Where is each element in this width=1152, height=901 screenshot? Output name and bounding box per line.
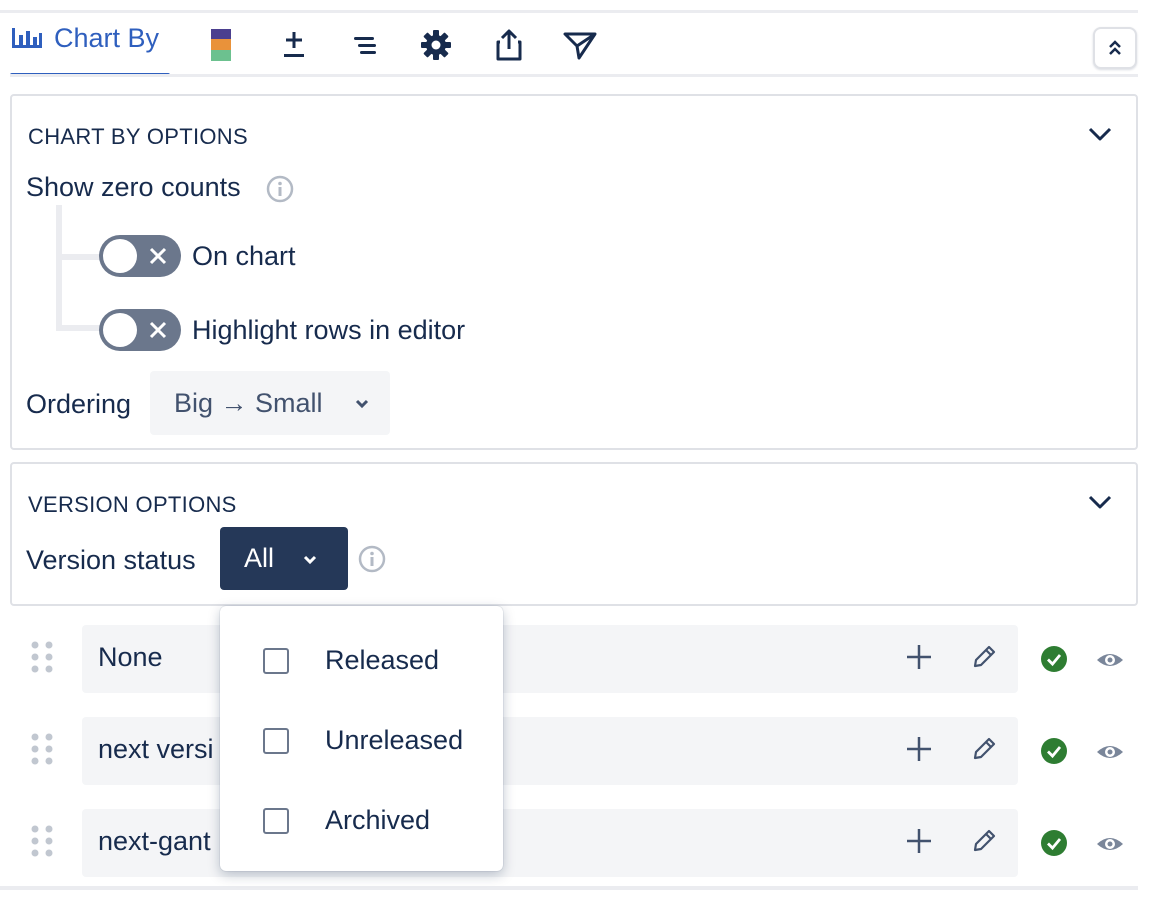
tree-branch [56,325,102,331]
on-chart-label: On chart [192,241,296,271]
send-icon[interactable] [563,28,597,62]
close-icon [149,247,167,265]
chevron-down-icon[interactable] [1086,488,1114,516]
gear-icon[interactable] [419,28,453,62]
chevron-down-icon [303,555,317,565]
plus-icon[interactable] [904,826,934,856]
chevron-down-icon[interactable] [1086,120,1114,148]
top-divider [0,10,1138,13]
menu-item-released[interactable]: Released [220,631,503,691]
version-status-menu: Released Unreleased Archived [220,606,503,871]
sort-lines-icon[interactable] [348,28,382,62]
info-icon[interactable] [358,545,386,573]
close-icon [149,321,167,339]
on-chart-toggle[interactable] [99,235,181,277]
list-item: next-gant [0,809,1152,877]
pencil-icon[interactable] [970,643,998,671]
version-status-value: All [244,543,275,573]
unreleased-checkbox[interactable] [263,728,289,754]
version-status-label: Version status [26,545,196,575]
menu-item-archived[interactable]: Archived [220,791,503,851]
color-scheme-icon[interactable] [204,28,238,62]
collapse-button[interactable] [1093,27,1137,69]
row-name: next-gant [98,826,211,856]
check-circle-icon[interactable] [1040,645,1068,673]
drag-handle-icon[interactable] [28,731,56,767]
eye-icon[interactable] [1095,829,1125,859]
panel-title: CHART BY OPTIONS [28,124,248,149]
ordering-select[interactable]: Big → Small [150,371,390,435]
drag-handle-icon[interactable] [28,823,56,859]
tree-line [56,205,62,331]
plus-minus-icon[interactable] [277,28,311,62]
plus-icon[interactable] [904,734,934,764]
pencil-icon[interactable] [970,735,998,763]
menu-item-label: Archived [325,805,431,835]
info-icon[interactable] [266,175,294,203]
toggle-knob [103,313,137,347]
toolbar-divider [10,74,1138,77]
show-zero-counts-label: Show zero counts [26,172,241,202]
row-name: next versi [98,734,214,764]
eye-icon[interactable] [1095,737,1125,767]
ordering-label: Ordering [26,389,132,419]
drag-handle-icon[interactable] [28,639,56,675]
archived-checkbox[interactable] [263,808,289,834]
double-chevron-up-icon [1109,40,1121,55]
tab-chart-by-label: Chart By [54,22,160,53]
menu-item-label: Released [325,645,440,675]
share-icon[interactable] [492,28,526,62]
ordering-value: Big → Small [174,387,323,418]
highlight-rows-toggle[interactable] [99,309,181,351]
tab-chart-by[interactable]: Chart By [10,14,159,62]
pencil-icon[interactable] [970,827,998,855]
menu-item-label: Unreleased [325,725,464,755]
highlight-rows-label: Highlight rows in editor [192,315,466,345]
chevron-down-icon [355,399,369,409]
plus-icon[interactable] [904,642,934,672]
version-options-panel: VERSION OPTIONS [10,462,1138,606]
list-item: None [0,625,1152,693]
list-item: next versi [0,717,1152,785]
bar-chart-icon [12,28,42,48]
bottom-divider [0,886,1138,890]
check-circle-icon[interactable] [1040,737,1068,765]
row-name: None [98,642,163,672]
tree-branch [56,254,102,260]
released-checkbox[interactable] [263,648,289,674]
panel-title: VERSION OPTIONS [28,492,237,517]
eye-icon[interactable] [1095,645,1125,675]
menu-item-unreleased[interactable]: Unreleased [220,711,503,771]
toggle-knob [103,239,137,273]
check-circle-icon[interactable] [1040,829,1068,857]
version-status-select[interactable]: All [220,527,348,590]
